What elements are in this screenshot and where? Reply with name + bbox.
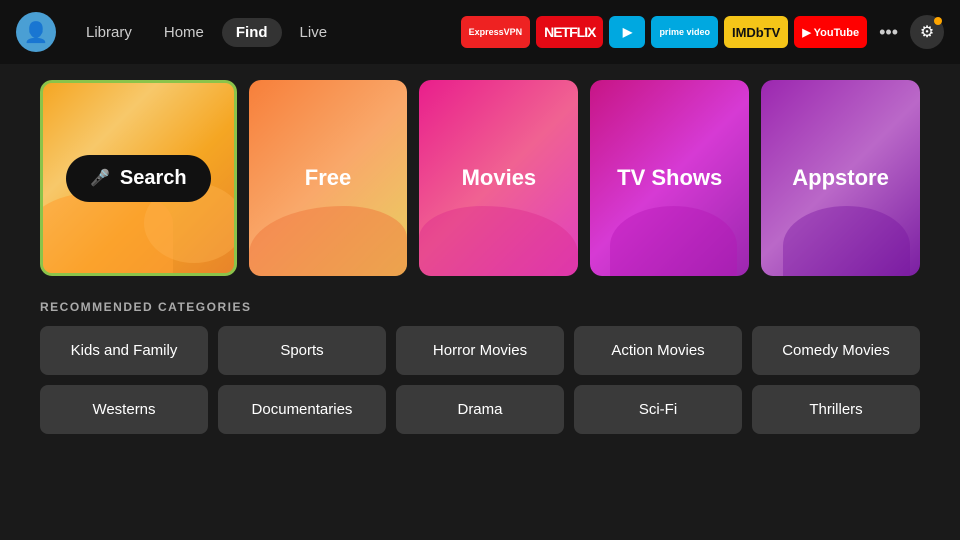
settings-icon: ⚙ — [920, 22, 934, 42]
primevideo-icon[interactable]: prime video — [651, 16, 718, 48]
category-scifi[interactable]: Sci-Fi — [574, 385, 742, 434]
category-tiles-row: 🎤 Search Free Movies TV Shows Appstore — [40, 80, 920, 276]
expressvpn-icon[interactable]: ExpressVPN — [461, 16, 531, 48]
category-sports[interactable]: Sports — [218, 326, 386, 375]
settings-button[interactable]: ⚙ — [910, 15, 944, 49]
avatar[interactable]: 👤 — [16, 12, 56, 52]
categories-row-2: Westerns Documentaries Drama Sci-Fi Thri… — [40, 385, 920, 434]
more-apps-button[interactable]: ••• — [873, 22, 904, 43]
app-icons-bar: ExpressVPN NETFLIX ▶ prime video IMDbTV … — [461, 15, 944, 49]
category-action-movies[interactable]: Action Movies — [574, 326, 742, 375]
nav-library[interactable]: Library — [72, 18, 146, 47]
search-tile[interactable]: 🎤 Search — [40, 80, 237, 276]
category-thrillers[interactable]: Thrillers — [752, 385, 920, 434]
tvshows-tile[interactable]: TV Shows — [590, 80, 749, 276]
category-documentaries[interactable]: Documentaries — [218, 385, 386, 434]
youtube-icon[interactable]: ▶ YouTube — [794, 16, 867, 48]
category-comedy-movies[interactable]: Comedy Movies — [752, 326, 920, 375]
nav-links: Library Home Find Live — [72, 18, 341, 47]
settings-notification-dot — [934, 17, 942, 25]
search-label: Search — [120, 167, 187, 190]
categories-row-1: Kids and Family Sports Horror Movies Act… — [40, 326, 920, 375]
main-content: 🎤 Search Free Movies TV Shows Appstore R… — [0, 64, 960, 450]
free-label: Free — [305, 165, 351, 191]
categories-grid: Kids and Family Sports Horror Movies Act… — [40, 326, 920, 434]
freevee-icon[interactable]: ▶ — [609, 16, 645, 48]
category-kids-family[interactable]: Kids and Family — [40, 326, 208, 375]
appstore-tile[interactable]: Appstore — [761, 80, 920, 276]
top-navigation: 👤 Library Home Find Live ExpressVPN NETF… — [0, 0, 960, 64]
nav-home[interactable]: Home — [150, 18, 218, 47]
microphone-icon: 🎤 — [90, 168, 110, 188]
netflix-icon[interactable]: NETFLIX — [536, 16, 603, 48]
appstore-label: Appstore — [792, 165, 889, 191]
category-horror-movies[interactable]: Horror Movies — [396, 326, 564, 375]
movies-label: Movies — [462, 165, 537, 191]
movies-tile[interactable]: Movies — [419, 80, 578, 276]
recommended-title: RECOMMENDED CATEGORIES — [40, 300, 920, 314]
category-drama[interactable]: Drama — [396, 385, 564, 434]
free-tile[interactable]: Free — [249, 80, 408, 276]
nav-find[interactable]: Find — [222, 18, 282, 47]
category-westerns[interactable]: Westerns — [40, 385, 208, 434]
imdb-icon[interactable]: IMDbTV — [724, 16, 788, 48]
tvshows-label: TV Shows — [617, 165, 722, 191]
avatar-icon: 👤 — [24, 20, 49, 45]
search-button[interactable]: 🎤 Search — [66, 155, 211, 202]
nav-live[interactable]: Live — [286, 18, 342, 47]
recommended-section: RECOMMENDED CATEGORIES Kids and Family S… — [40, 300, 920, 434]
